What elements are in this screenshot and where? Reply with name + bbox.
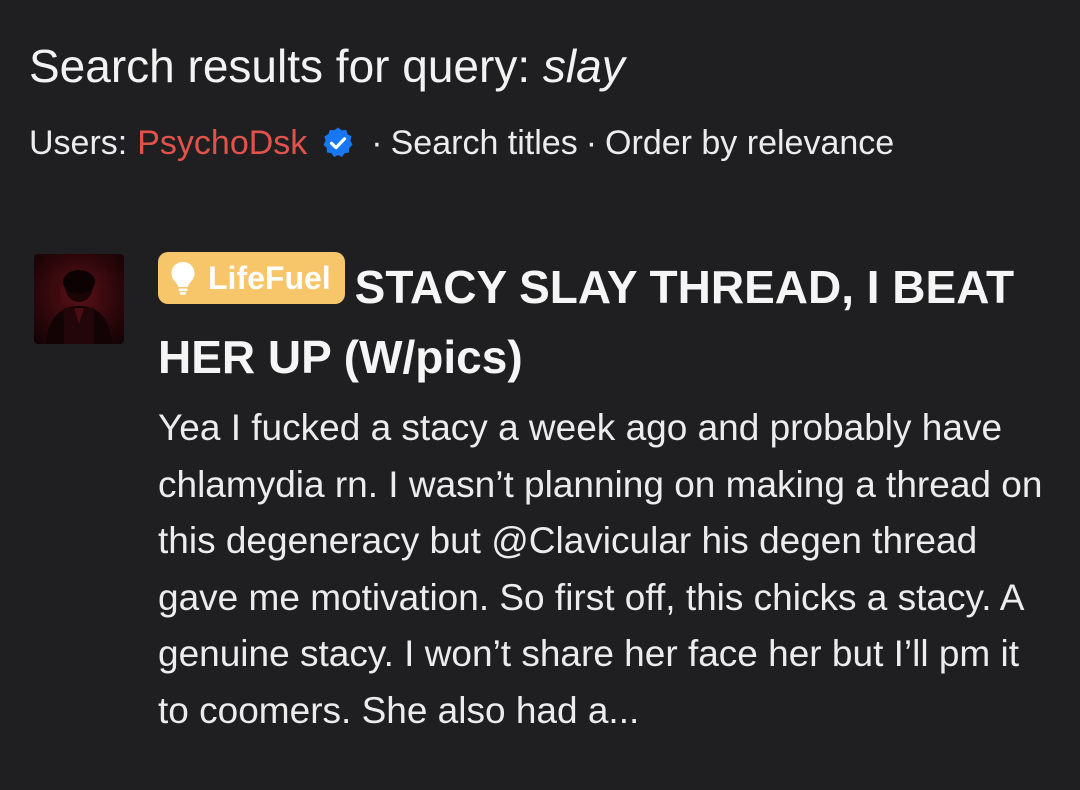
user-avatar[interactable] — [34, 254, 124, 344]
search-filters: Users: PsychoDsk · Search titles · Order… — [29, 121, 894, 165]
order-by-link[interactable]: Order by relevance — [605, 121, 894, 165]
result-body: LifeFuel STACY SLAY THREAD, I BEAT HER U… — [158, 252, 1048, 739]
search-results-page: Search results for query: slay Users: Ps… — [0, 0, 1080, 790]
filter-separator: · — [585, 124, 598, 162]
lightbulb-icon — [170, 261, 196, 295]
search-query: slay — [542, 40, 625, 92]
title-highlight: SLAY — [519, 261, 637, 313]
heading-prefix: Search results for query: — [29, 40, 531, 92]
thread-prefix-badge[interactable]: LifeFuel — [158, 252, 345, 304]
title-text-before: STACY — [354, 261, 507, 313]
search-titles-link[interactable]: Search titles — [391, 121, 578, 165]
username-link[interactable]: PsychoDsk — [137, 121, 307, 165]
thread-title[interactable]: LifeFuel STACY SLAY THREAD, I BEAT HER U… — [158, 252, 1048, 392]
users-label: Users: — [29, 124, 128, 162]
badge-label: LifeFuel — [208, 260, 331, 296]
page-title: Search results for query: slay — [29, 36, 625, 96]
filter-separator: · — [371, 124, 383, 162]
result-snippet: Yea I fucked a stacy a week ago and prob… — [158, 407, 1043, 731]
verified-check-icon — [321, 126, 355, 160]
